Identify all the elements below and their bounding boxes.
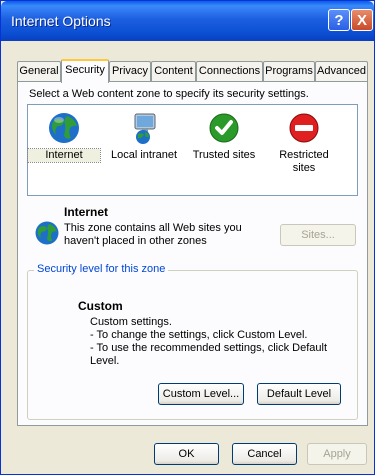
tab-content[interactable]: Content: [151, 61, 196, 81]
monitor-globe-icon: [127, 111, 161, 145]
window-title: Internet Options: [11, 13, 111, 29]
selected-zone-title: Internet: [64, 205, 109, 219]
zone-description-line2: haven't placed in other zones: [64, 235, 207, 247]
internet-options-window: Internet Options ? X General Security Pr…: [0, 0, 375, 475]
tab-general[interactable]: General: [17, 61, 61, 81]
zone-local-intranet-label: Local intranet: [110, 149, 178, 161]
help-button[interactable]: ?: [328, 9, 350, 31]
zone-description-line1: This zone contains all Web sites you: [64, 222, 242, 234]
level-desc-line3: - To use the recommended settings, click…: [90, 342, 328, 367]
security-level-group: Security level for this zone Custom Cust…: [27, 263, 358, 420]
zone-description: This zone contains all Web sites you hav…: [64, 222, 254, 248]
tab-privacy[interactable]: Privacy: [109, 61, 151, 81]
apply-button[interactable]: Apply: [307, 443, 367, 465]
tab-advanced[interactable]: Advanced: [315, 61, 368, 81]
close-button[interactable]: X: [351, 9, 373, 31]
checkmark-icon: [207, 111, 241, 145]
custom-level-button[interactable]: Custom Level...: [158, 383, 244, 405]
tab-security[interactable]: Security: [61, 59, 109, 83]
zone-internet[interactable]: Internet: [27, 111, 101, 163]
default-level-button[interactable]: Default Level: [257, 383, 341, 405]
zone-internet-label: Internet: [27, 148, 101, 163]
globe-icon: [47, 111, 81, 145]
title-bar[interactable]: Internet Options ? X: [1, 1, 374, 41]
security-tab-panel: Select a Web content zone to specify its…: [17, 81, 368, 426]
tab-programs[interactable]: Programs: [263, 61, 315, 81]
no-entry-icon: [287, 111, 321, 145]
zone-trusted-sites-label: Trusted sites: [192, 149, 256, 161]
globe-icon: [34, 220, 60, 246]
cancel-button[interactable]: Cancel: [232, 443, 297, 465]
tab-connections[interactable]: Connections: [196, 61, 263, 81]
zone-trusted-sites[interactable]: Trusted sites: [188, 111, 260, 162]
level-desc-line1: Custom settings.: [90, 316, 172, 328]
security-level-legend: Security level for this zone: [34, 263, 169, 275]
zone-restricted-sites[interactable]: Restricted sites: [268, 111, 340, 175]
sites-button[interactable]: Sites...: [280, 224, 356, 246]
ok-button[interactable]: OK: [154, 443, 219, 465]
zone-list: Internet Local intranet Trusted sites Re…: [27, 104, 358, 196]
zone-restricted-sites-label: Restricted sites: [279, 149, 329, 174]
zone-local-intranet[interactable]: Local intranet: [108, 111, 180, 162]
zone-instruction: Select a Web content zone to specify its…: [29, 88, 309, 100]
security-level-description: Custom settings. - To change the setting…: [90, 316, 357, 368]
level-desc-line2: - To change the settings, click Custom L…: [90, 329, 308, 341]
security-level-name: Custom: [78, 299, 123, 313]
